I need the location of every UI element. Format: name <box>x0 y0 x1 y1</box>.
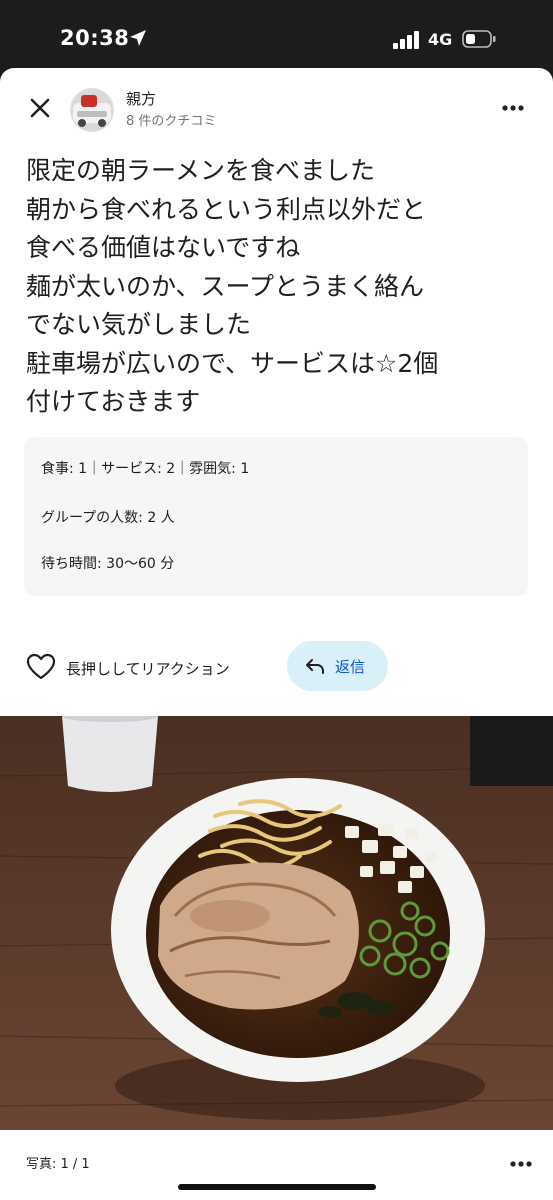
reply-button[interactable]: 返信 <box>287 641 388 691</box>
review-line: 限定の朝ラーメンを食べました <box>26 156 376 185</box>
review-line: でない気がしました <box>26 310 252 339</box>
review-details: 食事: 1｜サービス: 2｜雰囲気: 1 グループの人数: 2 人 待ち時間: … <box>24 437 528 596</box>
review-line: 付けておきます <box>26 387 201 416</box>
review-header: 親方 8 件のクチコミ <box>0 68 553 148</box>
review-photo[interactable] <box>0 716 553 1130</box>
reply-label: 返信 <box>335 658 366 676</box>
battery-icon <box>462 30 496 48</box>
photo-footer: 写真: 1 / 1 <box>0 1130 553 1200</box>
status-bar: 20:38 4G <box>0 0 553 70</box>
status-time: 20:38 <box>60 26 130 50</box>
reaction-label: 長押ししてリアクション <box>66 660 230 678</box>
reply-arrow-icon <box>306 659 324 674</box>
review-count: 8 件のクチコミ <box>126 114 217 129</box>
more-icon[interactable] <box>506 1156 536 1172</box>
review-line: 食べる価値はないですね <box>26 233 301 262</box>
avatar-image <box>71 89 113 131</box>
ramen-photo <box>0 716 553 1130</box>
photo-count: 写真: 1 / 1 <box>26 1157 90 1172</box>
ratings-breakdown: 食事: 1｜サービス: 2｜雰囲気: 1 <box>41 461 250 477</box>
review-sheet: 親方 8 件のクチコミ 限定の朝ラーメンを食べました 朝から食べれるという利点以… <box>0 68 553 1200</box>
location-arrow-icon <box>130 30 146 46</box>
review-line: 麺が太いのか、スープとうまく絡ん <box>26 271 425 301</box>
close-icon[interactable] <box>24 92 56 124</box>
more-icon[interactable] <box>498 98 528 118</box>
heart-icon <box>26 653 56 680</box>
author-name[interactable]: 親方 <box>126 88 156 109</box>
review-line: 朝から食べれるという利点以外だと <box>26 194 427 224</box>
home-indicator[interactable] <box>178 1184 376 1190</box>
review-line: 駐車場が広いので、サービスは☆2個 <box>26 348 439 378</box>
review-text: 限定の朝ラーメンを食べました 朝から食べれるという利点以外だと 食べる価値はない… <box>26 152 536 422</box>
wait-time: 待ち時間: 30〜60 分 <box>41 556 175 572</box>
reaction-button[interactable]: 長押ししてリアクション <box>24 646 254 690</box>
avatar[interactable] <box>70 88 114 132</box>
signal-icon <box>393 31 419 49</box>
group-size: グループの人数: 2 人 <box>41 510 175 526</box>
network-type: 4G <box>428 30 453 49</box>
